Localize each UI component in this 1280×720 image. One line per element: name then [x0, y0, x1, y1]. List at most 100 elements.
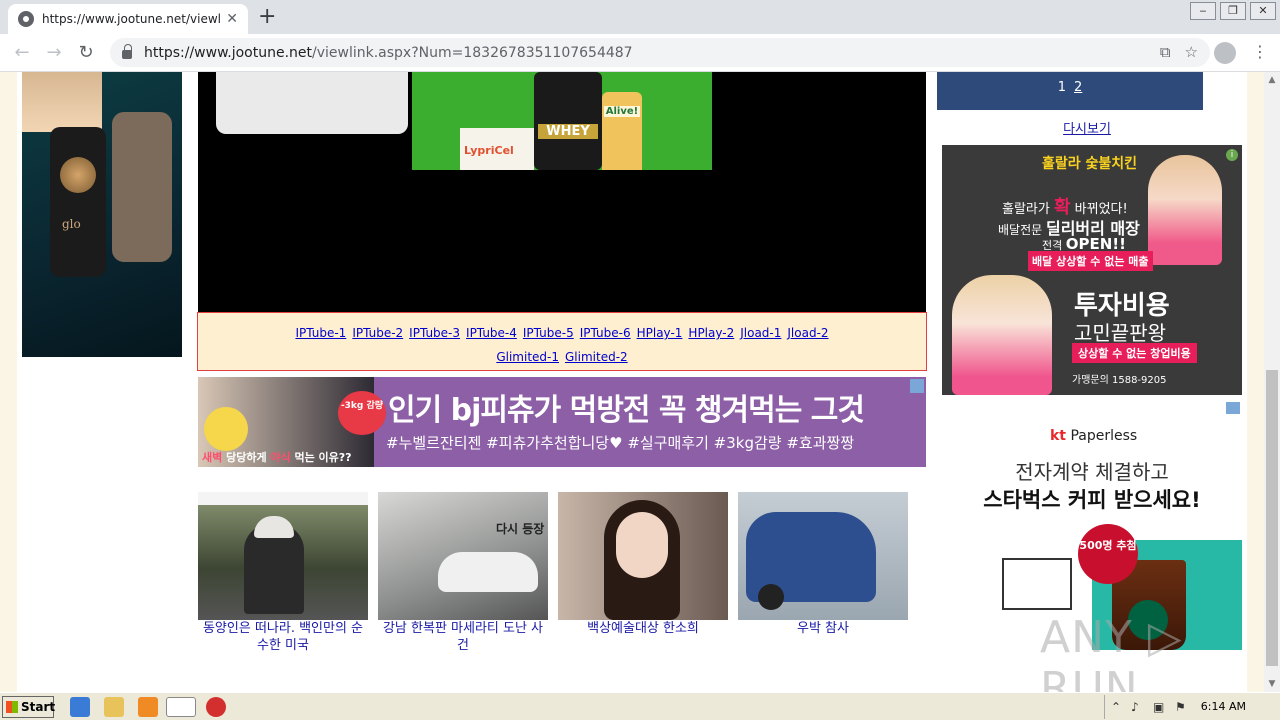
folder-icon[interactable] — [104, 697, 124, 717]
watermark: ANY ▷ RUN — [1040, 612, 1183, 692]
caption-text: 당당하게 — [222, 451, 271, 464]
mirror-link[interactable]: IPTube-5 — [523, 326, 574, 340]
network-icon[interactable]: ▣ — [1153, 700, 1164, 714]
browser-toolbar: ← → ↻ https://www.jootune.net/viewlink.a… — [0, 34, 1280, 72]
start-button[interactable]: Start — [2, 696, 55, 718]
thumbnail-overlay-text: 다시 등장 — [496, 522, 545, 536]
thumbnail-figure — [254, 516, 294, 538]
product-bottle: Alive! — [602, 92, 642, 170]
tab-title: https://www.jootune.net/viewlink.a — [42, 12, 221, 26]
mirror-link[interactable]: HPlay-1 — [637, 326, 683, 340]
video-player[interactable]: LypriCel WHEY Alive! — [198, 72, 926, 312]
forward-icon[interactable]: → — [38, 42, 70, 63]
mirror-link[interactable]: HPlay-2 — [688, 326, 734, 340]
thumbnail-caption[interactable]: 강남 한복판 마세라티 도난 사건 — [378, 620, 548, 654]
mirror-link[interactable]: Jload-2 — [787, 326, 828, 340]
thumbnail-image[interactable] — [198, 492, 368, 620]
ad-subheadline: 고민끝판왕 — [1074, 321, 1166, 345]
pikachu-image — [204, 407, 248, 451]
video-thumbnail[interactable]: 동양인은 떠나라. 백인만의 순수한 미국 — [198, 492, 368, 654]
page-scrollbar[interactable]: ▲ ▼ — [1264, 72, 1280, 692]
mirror-link[interactable]: IPTube-4 — [466, 326, 517, 340]
restore-button[interactable]: ❐ — [1220, 2, 1246, 20]
scroll-up-icon[interactable]: ▲ — [1264, 72, 1280, 88]
product-tub: WHEY — [534, 72, 602, 170]
url-text[interactable]: https://www.jootune.net/viewlink.aspx?Nu… — [144, 45, 633, 61]
globe-icon — [18, 11, 34, 27]
reload-icon[interactable]: ↻ — [70, 42, 102, 63]
chrome-taskbar-button[interactable] — [166, 697, 196, 717]
clock: 6:14 AM — [1200, 700, 1246, 713]
thumbnail-image[interactable] — [738, 492, 908, 620]
thumbnail-figure — [758, 584, 784, 610]
monitor-illustration — [1002, 558, 1072, 610]
lock-icon[interactable] — [122, 44, 132, 59]
mirror-links-row: IPTube-1 IPTube-2 IPTube-3 IPTube-4 IPTube-5… — [198, 321, 926, 345]
ad-subheadline: 스타벅스 커피 받으세요! — [983, 488, 1201, 512]
flag-icon[interactable]: ⚑ — [1175, 700, 1186, 714]
tab-strip: https://www.jootune.net/viewlink.a ✕ + ‒… — [0, 0, 1280, 34]
media-player-icon[interactable] — [138, 697, 158, 717]
product-bottle-label: Alive! — [604, 106, 640, 117]
thumbnail-caption[interactable]: 백상예술대상 한소희 — [558, 620, 728, 637]
back-icon[interactable]: ← — [6, 42, 38, 63]
supplement-ad-image[interactable]: LypriCel WHEY Alive! — [412, 72, 712, 170]
kebab-menu-icon[interactable]: ⋮ — [1252, 42, 1268, 61]
minimize-button[interactable]: ‒ — [1190, 2, 1216, 20]
ad-pill: 배달 상상할 수 없는 매출 — [1028, 251, 1153, 271]
mirror-links-row: Glimited-1 Glimited-2 — [198, 345, 926, 369]
video-thumbnail[interactable]: 다시 등장 강남 한복판 마세라티 도난 사건 — [378, 492, 548, 654]
thumbnail-caption[interactable]: 우박 참사 — [738, 620, 908, 637]
ad-model-image — [22, 72, 102, 132]
ad-info-icon[interactable]: i — [1226, 149, 1238, 161]
video-thumbnail[interactable]: 우박 참사 — [738, 492, 908, 637]
scroll-down-icon[interactable]: ▼ — [1264, 676, 1280, 692]
ad-choices-icon[interactable] — [1226, 402, 1240, 414]
weight-loss-badge: -3kg 감량 — [338, 391, 386, 435]
banner-hashtags: #누벨르잔티젠 #피츄가추천합니당♥ #실구매후기 #3kg감량 #효과짱짱 — [386, 434, 855, 452]
ad-choices-icon[interactable] — [910, 379, 924, 393]
thumbnail-figure — [616, 512, 668, 578]
thumbnail-caption[interactable]: 동양인은 떠나라. 백인만의 순수한 미국 — [198, 620, 368, 654]
new-tab-button[interactable]: + — [258, 4, 276, 30]
promo-banner[interactable]: -3kg 감량 새벽 당당하게 야식 먹는 이유?? 인기 bj피츄가 먹방전 … — [198, 377, 926, 467]
bookmark-star-icon[interactable]: ☆ — [1185, 43, 1198, 61]
device-image — [112, 112, 172, 262]
volume-icon[interactable]: ♪ — [1131, 700, 1139, 714]
chicken-franchise-ad[interactable]: 훌랄라 숯불치킨 훌랄라가 확 바뀌었다! 배달전문 딜리버리 매장 전격 OP… — [942, 145, 1242, 395]
windows-logo-icon — [6, 701, 18, 713]
url-path: /viewlink.aspx?Num=1832678351107654487 — [312, 44, 633, 61]
ad-line-text: 배달전문 — [998, 223, 1046, 237]
address-bar[interactable]: https://www.jootune.net/viewlink.aspx?Nu… — [110, 38, 1210, 67]
video-thumbnail[interactable]: 백상예술대상 한소희 — [558, 492, 728, 637]
close-window-button[interactable]: ✕ — [1250, 2, 1276, 20]
mirror-link[interactable]: Glimited-2 — [565, 350, 628, 364]
popup-blocked-icon[interactable]: ⧉ — [1160, 43, 1171, 61]
ad-logo-kt: kt — [1050, 428, 1067, 444]
thumbnail-image[interactable] — [558, 492, 728, 620]
mirror-link[interactable]: Jload-1 — [740, 326, 781, 340]
ad-logo-text: Paperless — [1066, 428, 1138, 444]
tray-expand-icon[interactable]: ⌃ — [1111, 700, 1121, 714]
ad-pill: 상상할 수 없는 창업비용 — [1072, 343, 1197, 363]
tab-close-icon[interactable]: ✕ — [226, 11, 238, 27]
ad-logo: kt Paperless — [1050, 428, 1137, 444]
browser-tab[interactable]: https://www.jootune.net/viewlink.a ✕ — [8, 4, 248, 34]
ie-icon[interactable] — [70, 697, 90, 717]
prize-badge: 500명 추첨 — [1078, 524, 1138, 584]
ad-brand: glo — [62, 217, 81, 231]
profile-avatar-icon[interactable] — [1214, 42, 1236, 64]
mirror-link[interactable]: IPTube-1 — [295, 326, 346, 340]
mirror-link[interactable]: IPTube-3 — [409, 326, 460, 340]
mirror-link[interactable]: IPTube-2 — [352, 326, 403, 340]
left-side-ad[interactable]: glo — [22, 72, 182, 357]
ad-headline: 전자계약 체결하고 — [1015, 460, 1169, 484]
page-link[interactable]: 2 — [1074, 80, 1082, 95]
mirror-link[interactable]: Glimited-1 — [496, 350, 559, 364]
stop-icon[interactable] — [206, 697, 226, 717]
ad-brand: 훌랄라 숯불치킨 — [1042, 156, 1138, 172]
mirror-link[interactable]: IPTube-6 — [580, 326, 631, 340]
scrollbar-thumb[interactable] — [1266, 370, 1278, 666]
replay-link[interactable]: 다시보기 — [1063, 122, 1111, 137]
thumbnail-image[interactable]: 다시 등장 — [378, 492, 548, 620]
